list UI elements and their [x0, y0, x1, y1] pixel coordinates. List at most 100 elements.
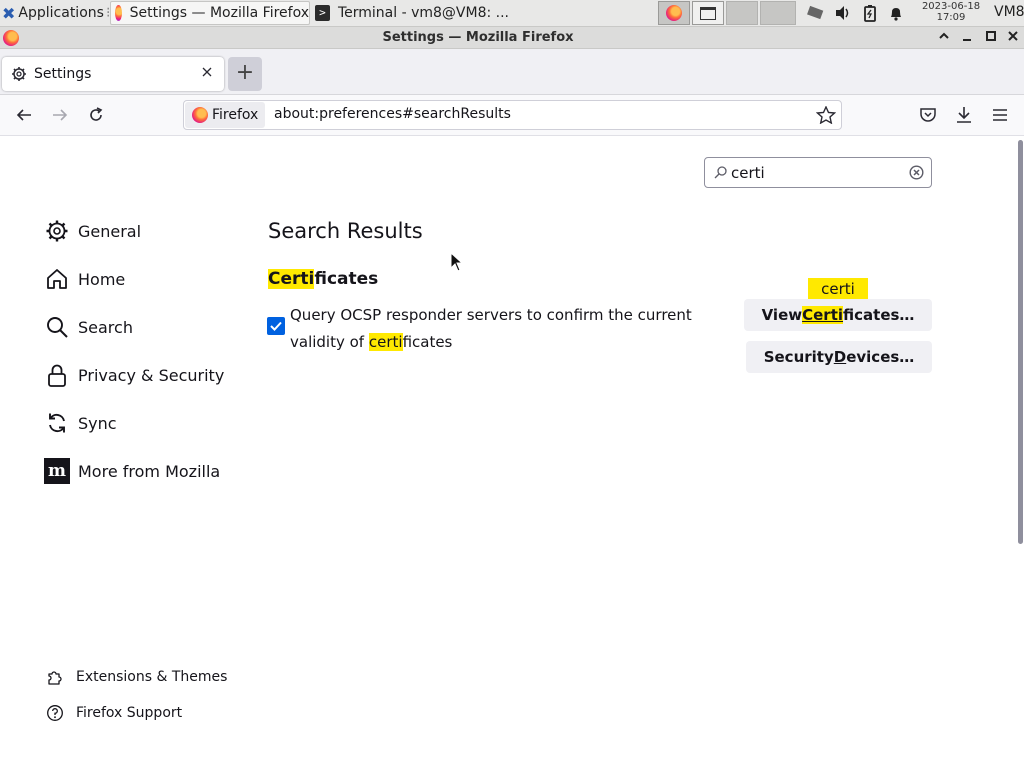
downloads-icon[interactable]: [954, 105, 974, 125]
workspace-3[interactable]: [726, 1, 758, 25]
section-title-certificates: Certificates: [268, 269, 378, 289]
sidebar-item-label: More from Mozilla: [78, 461, 221, 481]
task-label: Terminal - vm8@VM8: ...: [337, 5, 509, 21]
sidebar-item-sync[interactable]: Sync: [44, 408, 117, 438]
top-panel: ✖ Applications ⁝ Settings — Mozilla Fire…: [0, 0, 1024, 27]
task-terminal[interactable]: > Terminal - vm8@VM8: ...: [311, 1, 509, 25]
sidebar-item-search[interactable]: Search: [44, 312, 133, 342]
button-label-post: evices…: [846, 348, 915, 366]
maximize-up-icon[interactable]: [936, 29, 952, 45]
back-arrow-icon: [16, 109, 31, 121]
search-icon: [713, 164, 729, 180]
home-icon: [44, 266, 70, 292]
clear-search-icon[interactable]: [908, 164, 925, 181]
checkmark-icon: [270, 321, 282, 331]
window-icon: [700, 6, 716, 20]
close-tab-icon[interactable]: [200, 65, 214, 79]
clock-date: 2023-06-18: [921, 1, 981, 12]
identity-box[interactable]: Firefox: [185, 102, 265, 128]
footer-label: Extensions & Themes: [76, 669, 228, 685]
button-label-pre: Security: [763, 348, 834, 366]
firefox-icon: [666, 5, 682, 21]
sidebar-item-label: General: [78, 221, 142, 241]
sidebar-item-label: Search: [78, 317, 133, 337]
view-certificates-button[interactable]: View Certi ficates…: [744, 299, 932, 331]
footer-label: Firefox Support: [76, 705, 183, 721]
gear-icon: [11, 66, 27, 82]
window-title: Settings — Mozilla Firefox: [382, 30, 574, 45]
section-title-rest: ficates: [314, 269, 379, 289]
workspace-1[interactable]: [658, 1, 690, 25]
ocsp-line-2: validity of certificates: [290, 329, 710, 356]
reload-button[interactable]: [81, 100, 111, 130]
gear-icon: [44, 218, 70, 244]
url-text[interactable]: about:preferences#searchResults: [274, 106, 511, 122]
ocsp-checkbox[interactable]: [267, 317, 285, 335]
xfce-icon: ✖: [2, 3, 16, 23]
scrollbar[interactable]: [1018, 140, 1023, 544]
highlight: Certi: [802, 306, 844, 324]
tab-label: Settings: [34, 66, 92, 82]
security-devices-button[interactable]: Security Devices…: [746, 341, 932, 373]
sidebar-item-general[interactable]: General: [44, 216, 141, 246]
bookmark-star-icon[interactable]: [815, 105, 837, 125]
ocsp-line-2-pre: validity of: [290, 333, 369, 351]
workspace-4[interactable]: [760, 1, 796, 25]
window-titlebar: Settings — Mozilla Firefox: [0, 27, 1024, 49]
sync-icon: [44, 410, 70, 436]
user-name[interactable]: VM8: [994, 4, 1024, 20]
identity-label: Firefox: [212, 107, 259, 123]
extensions-themes-link[interactable]: Extensions & Themes: [46, 666, 227, 688]
task-firefox[interactable]: Settings — Mozilla Firefox: [110, 1, 310, 25]
task-label: Settings — Mozilla Firefox: [129, 5, 309, 21]
tab-settings[interactable]: Settings: [2, 57, 224, 91]
reload-icon: [90, 107, 103, 121]
page-title: Search Results: [268, 219, 423, 243]
firefox-icon: [115, 5, 122, 21]
forward-button[interactable]: [45, 100, 75, 130]
workspace-2[interactable]: [692, 1, 724, 25]
sidebar-item-privacy[interactable]: Privacy & Security: [44, 360, 224, 390]
mozilla-icon: m: [44, 458, 70, 484]
minimize-icon[interactable]: [960, 29, 976, 45]
highlight: Certi: [268, 269, 315, 289]
search-tooltip: certi: [808, 278, 868, 300]
sidebar-item-label: Sync: [78, 413, 117, 433]
button-label-post: ficates…: [843, 306, 915, 324]
volume-icon[interactable]: [834, 5, 852, 21]
back-button[interactable]: [9, 100, 39, 130]
firefox-support-link[interactable]: Firefox Support: [46, 702, 182, 724]
notification-bell-icon[interactable]: [888, 5, 904, 21]
search-icon: [44, 314, 70, 340]
sidebar-item-home[interactable]: Home: [44, 264, 125, 294]
ocsp-label[interactable]: Query OCSP responder servers to confirm …: [290, 302, 710, 356]
clock[interactable]: 2023-06-18 17:09: [912, 1, 990, 23]
sidebar-item-more-from-mozilla[interactable]: m More from Mozilla: [44, 456, 220, 486]
forward-arrow-icon: [53, 109, 68, 121]
sidebar-item-label: Home: [78, 269, 126, 289]
highlight: certi: [368, 333, 403, 351]
firefox-icon: [192, 107, 208, 123]
pocket-icon[interactable]: [918, 106, 938, 124]
battery-icon[interactable]: [862, 4, 878, 22]
sidebar-item-label: Privacy & Security: [78, 365, 225, 385]
search-value: certi: [731, 164, 765, 182]
maximize-icon[interactable]: [984, 29, 1000, 45]
applications-label: Applications: [18, 5, 104, 21]
accesskey: D: [833, 348, 847, 366]
new-tab-button[interactable]: +: [228, 57, 262, 91]
ocsp-line-2-post: ficates: [402, 333, 453, 351]
network-icon[interactable]: [806, 5, 826, 21]
hamburger-menu-icon[interactable]: [990, 106, 1010, 124]
applications-menu[interactable]: ✖ Applications ⁝: [2, 1, 110, 25]
preferences-search-input[interactable]: certi: [704, 157, 932, 188]
lock-icon: [44, 362, 70, 388]
puzzle-icon: [46, 668, 64, 686]
help-icon: [46, 704, 64, 722]
clock-time: 17:09: [936, 12, 966, 23]
close-window-icon[interactable]: [1006, 29, 1022, 45]
mouse-cursor-icon: [450, 251, 464, 272]
terminal-icon: >: [315, 5, 330, 21]
button-label-pre: View: [761, 306, 803, 324]
ocsp-line-1: Query OCSP responder servers to confirm …: [290, 306, 692, 324]
